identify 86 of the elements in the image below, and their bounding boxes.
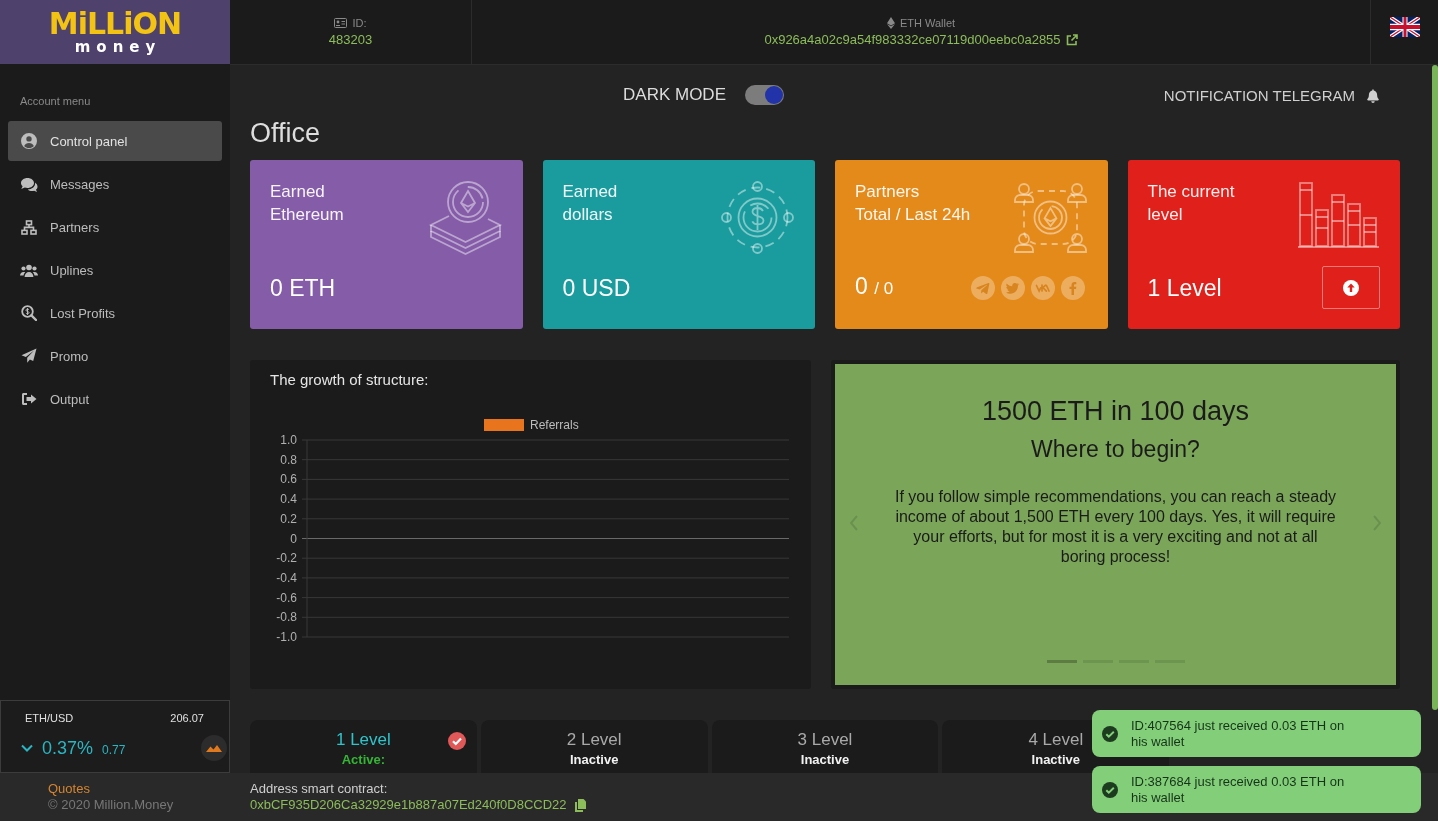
id-card-icon	[334, 18, 348, 28]
dollar-coin-icon	[720, 180, 795, 255]
dark-mode-toggle[interactable]	[745, 85, 784, 105]
y-axis-label: 1.0	[280, 433, 297, 447]
chat-bubbles-icon	[20, 176, 38, 192]
level-status: Inactive	[800, 752, 850, 768]
y-axis-label: -1.0	[276, 630, 297, 644]
y-axis-label: 0.6	[280, 472, 297, 487]
level-title: 3 Level	[797, 729, 853, 751]
check-circle-icon	[1102, 781, 1118, 798]
uk-flag-icon[interactable]	[1389, 17, 1420, 37]
y-axis-label: 0.2	[280, 511, 297, 526]
sidebar-item[interactable]: Output	[8, 379, 222, 419]
dollar-search-icon	[21, 305, 37, 321]
toast-message: ID:387684 just received 0.03 ETH on his wallet	[1131, 773, 1346, 806]
ethereum-icon	[886, 17, 895, 29]
level-up-button[interactable]	[1322, 266, 1380, 309]
card-title: Partners Total / Last 24h	[855, 181, 971, 226]
level-title: 1 Level	[336, 729, 391, 751]
price: 206.07	[170, 711, 204, 725]
promo-subtitle: Where to begin?	[1031, 435, 1200, 464]
y-axis-label: 0.8	[280, 452, 297, 467]
sidebar-item[interactable]: Control panel	[8, 121, 222, 161]
copy-icon[interactable]	[574, 798, 586, 812]
sidebar-item[interactable]: Promo	[8, 336, 222, 376]
check-circle-icon	[1102, 725, 1118, 742]
bar-chart-icon	[1297, 180, 1380, 250]
wave-logo-icon[interactable]	[201, 735, 227, 761]
currency-pair: ETH/USD	[25, 711, 74, 725]
level-status: Inactive	[1031, 752, 1080, 768]
card-title: The current level	[1147, 181, 1235, 226]
level-title: 4 Level	[1028, 729, 1084, 751]
menu-heading: Account menu	[20, 94, 91, 108]
card-title: Earned Ethereum	[270, 181, 344, 226]
change-value: 0.77	[102, 743, 126, 757]
twitter-icon[interactable]	[1000, 275, 1025, 300]
card-value: 1 Level	[1147, 273, 1222, 302]
sidebar-item[interactable]: Partners	[8, 207, 222, 247]
card-value: 0 ETH	[270, 273, 336, 302]
promo-title: 1500 ETH in 100 days	[981, 395, 1250, 428]
id-label: ID:	[352, 16, 367, 30]
user-id: 483203	[328, 32, 373, 48]
y-axis-label: 0.4	[280, 492, 297, 507]
logo[interactable]: MiLLiON money	[48, 9, 182, 55]
level-status: Inactive	[570, 752, 619, 768]
coin-stack-icon	[427, 180, 503, 255]
arrow-up-circle-icon	[1343, 279, 1359, 296]
card-title: Earned dollars	[562, 181, 618, 226]
change-percent: 0.37%	[42, 737, 94, 759]
dark-mode-label: DARK MODE	[623, 85, 726, 105]
y-axis-label: -0.4	[276, 570, 297, 585]
level-status: Active:	[341, 752, 386, 768]
toast-message: ID:407564 just received 0.03 ETH on his wallet	[1131, 717, 1346, 750]
chart-title: The growth of structure:	[270, 370, 429, 390]
wallet-address: 0x926a4a02c9a54f983332ce07119d00eebc0a2855	[764, 32, 1061, 48]
users-icon	[20, 263, 38, 277]
telegram-icon[interactable]	[970, 275, 995, 300]
carousel-indicator[interactable]	[1046, 660, 1077, 663]
people-network-icon	[1012, 180, 1088, 255]
external-link-icon[interactable]	[1065, 34, 1078, 46]
notification-link[interactable]: NOTIFICATION TELEGRAM	[1163, 86, 1355, 104]
sidebar-item[interactable]: Lost Profits	[8, 293, 222, 333]
y-axis-label: -0.2	[276, 551, 297, 566]
card-value: 0 / 0	[855, 272, 894, 301]
sitemap-icon	[21, 219, 37, 235]
promo-text: If you follow simple recommendations, you can reach a steady income of about 1,500 ETH every 100 days. Yes, it will require your efforts, but for most it is a very exciting and not at all boring process!	[893, 487, 1338, 567]
paper-plane-icon	[21, 348, 37, 364]
wallet-label: ETH Wallet	[899, 16, 956, 30]
legend-label: Referrals	[530, 418, 579, 432]
level-title: 2 Level	[566, 729, 622, 751]
card-value: 0 USD	[562, 273, 631, 302]
sidebar-item[interactable]: Uplines	[8, 250, 222, 290]
sidebar-item[interactable]: Messages	[8, 164, 222, 204]
quotes-link[interactable]: Quotes	[48, 781, 90, 797]
contract-label: Address smart contract:	[250, 781, 388, 797]
copyright: © 2020 Million.Money	[48, 797, 174, 813]
logout-icon	[21, 392, 37, 406]
y-axis-label: -0.8	[276, 610, 297, 625]
vk-icon[interactable]	[1030, 275, 1055, 300]
contract-address: 0xbCF935D206Ca32929e1b887a07Ed240f0D8CCD22	[250, 797, 567, 813]
y-axis-label: 0	[290, 531, 297, 546]
facebook-icon[interactable]	[1060, 275, 1085, 300]
scrollbar-thumb[interactable]	[1432, 65, 1438, 710]
y-axis-label: -0.6	[276, 590, 297, 605]
page-title: Office	[250, 117, 321, 149]
bell-icon[interactable]	[1366, 87, 1380, 103]
